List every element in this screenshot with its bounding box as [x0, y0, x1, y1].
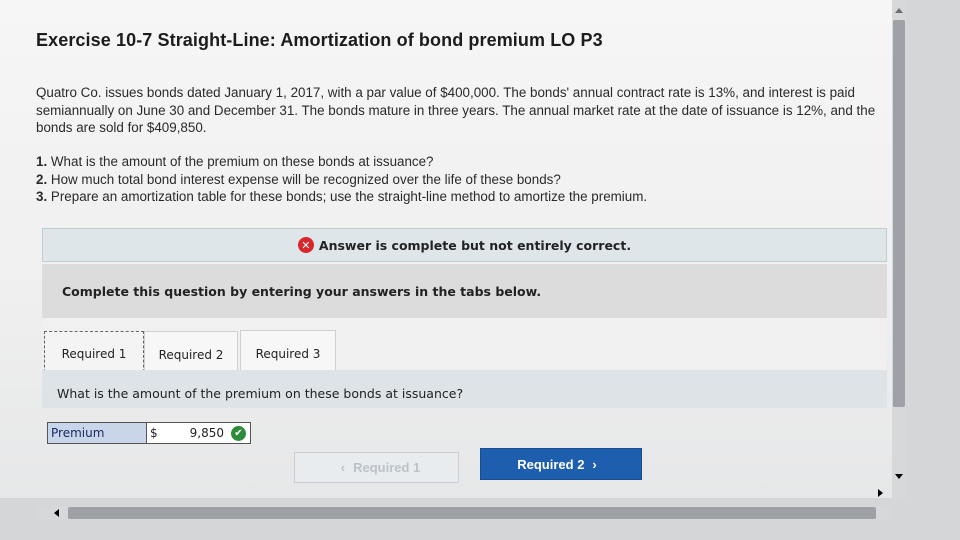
next-tab-button[interactable]: Required 2 › — [480, 448, 642, 480]
vertical-scrollbar[interactable] — [892, 0, 906, 498]
question-text: What is the amount of the premium on the… — [50, 154, 434, 169]
scroll-right-icon[interactable] — [878, 489, 883, 497]
scroll-up-icon[interactable] — [895, 8, 903, 13]
horizontal-scroll-thumb[interactable] — [68, 507, 876, 519]
status-text: Answer is complete but not entirely corr… — [318, 237, 632, 253]
question-item: 1. What is the amount of the premium on … — [36, 153, 886, 171]
error-x-icon: ✕ — [297, 237, 314, 253]
previous-tab-button[interactable]: ‹ Required 1 — [294, 452, 459, 483]
checkmark-icon: ✔ — [231, 426, 246, 441]
vertical-scroll-thumb[interactable] — [893, 20, 905, 407]
question-text: How much total bond interest expense wil… — [50, 171, 561, 187]
status-banner: ✕ Answer is complete but not entirely co… — [42, 228, 887, 262]
exercise-title: Exercise 10-7 Straight-Line: Amortizatio… — [36, 30, 603, 50]
answer-row: Premium $ 9,850 ✔ — [47, 422, 251, 444]
question-item: 3. Prepare an amortization table for the… — [36, 188, 886, 206]
question-number: 1. — [36, 154, 48, 169]
premium-input[interactable]: $ 9,850 ✔ — [147, 422, 251, 444]
chevron-left-icon: ‹ — [340, 460, 346, 475]
exercise-intro: Quatro Co. issues bonds dated January 1,… — [36, 85, 876, 135]
currency-symbol: $ — [150, 426, 158, 440]
answer-label: Premium — [47, 422, 147, 444]
tab-strip: Required 1 Required 2 Required 3 — [42, 318, 887, 377]
exercise-page: Exercise 10-7 Straight-Line: Amortizatio… — [0, 0, 892, 498]
question-text: Prepare an amortization table for these … — [50, 189, 648, 204]
question-item: 2. How much total bond interest expense … — [36, 171, 886, 189]
question-prompt: What is the amount of the premium on the… — [57, 386, 464, 401]
previous-label: Required 1 — [353, 460, 421, 475]
premium-value: 9,850 — [189, 426, 224, 440]
instruction-bar: Complete this question by entering your … — [42, 264, 887, 318]
question-number: 3. — [36, 189, 48, 204]
chevron-right-icon: › — [592, 456, 597, 472]
scroll-left-icon[interactable] — [54, 509, 59, 517]
instruction-text: Complete this question by entering your … — [62, 284, 542, 299]
question-prompt-bar: What is the amount of the premium on the… — [42, 370, 887, 408]
next-label: Required 2 — [517, 456, 585, 472]
tab-label: Required 1 — [61, 347, 127, 361]
tab-label: Required 2 — [158, 347, 224, 362]
horizontal-scrollbar[interactable] — [36, 489, 892, 520]
question-list: 1. What is the amount of the premium on … — [36, 153, 886, 206]
scroll-down-icon[interactable] — [895, 474, 903, 479]
question-number: 2. — [36, 171, 48, 187]
tab-label: Required 3 — [255, 346, 321, 361]
